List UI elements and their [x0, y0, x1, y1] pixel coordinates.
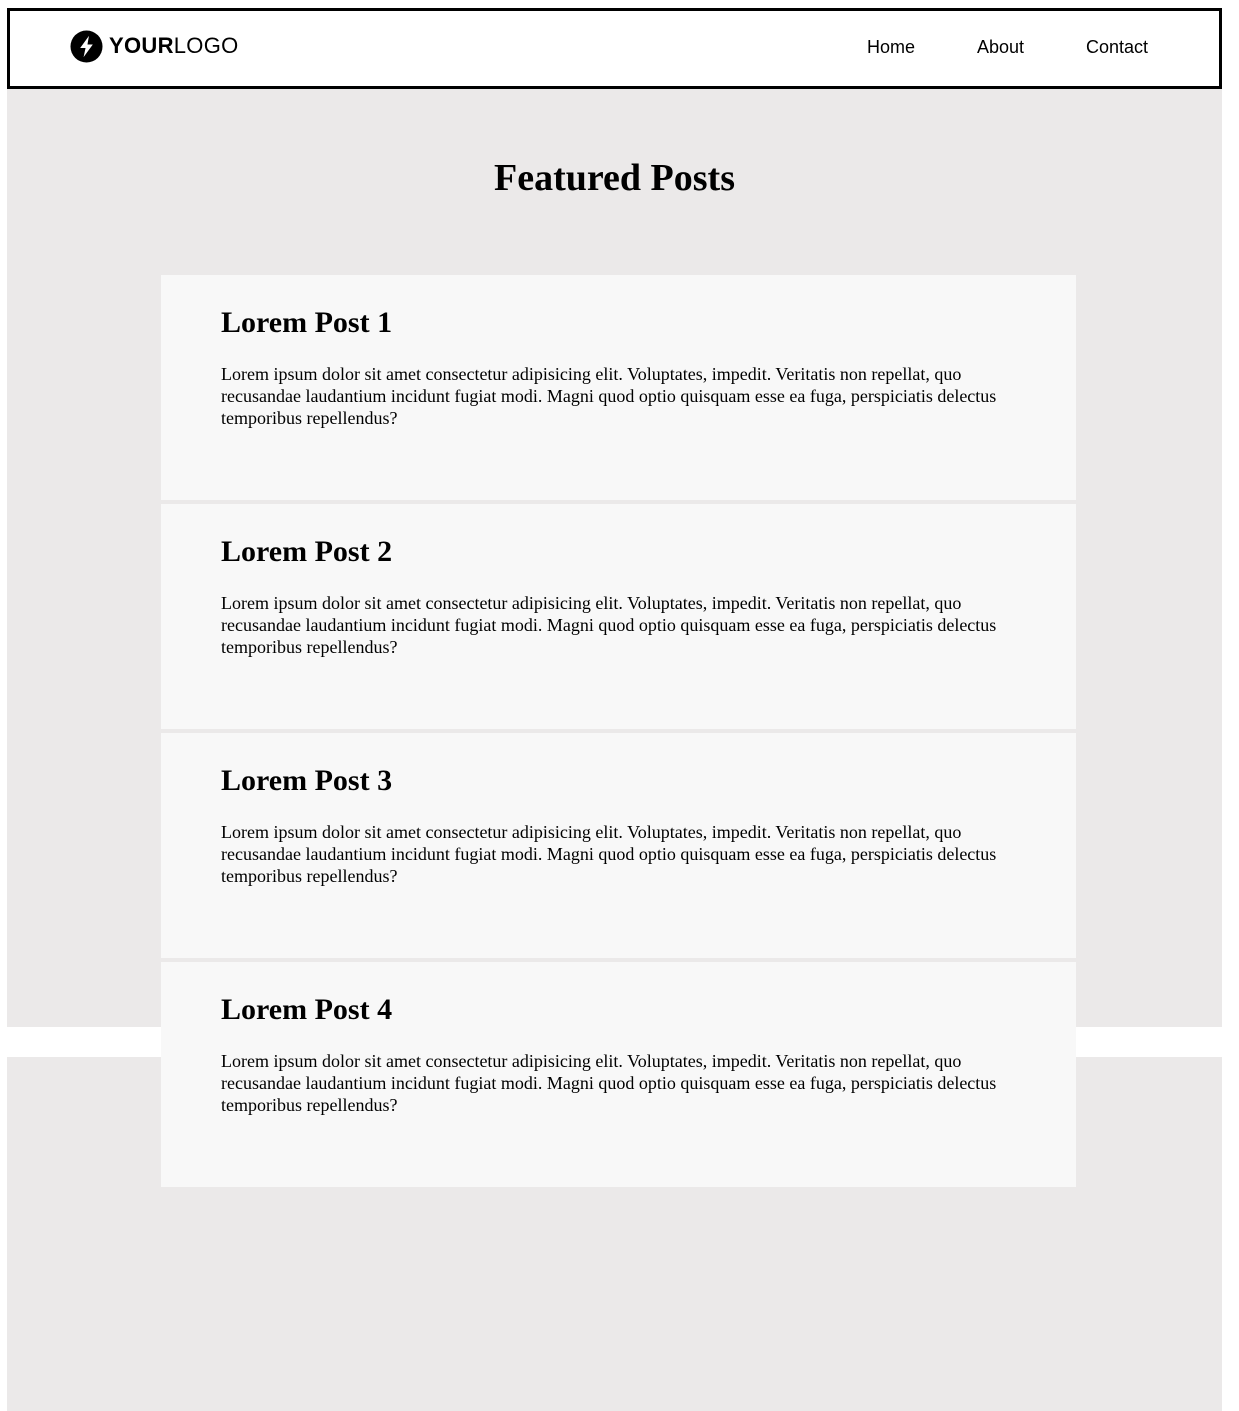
post-list: Lorem Post 1 Lorem ipsum dolor sit amet …	[161, 275, 1076, 1187]
page-title: Featured Posts	[494, 157, 735, 199]
post-title: Lorem Post 2	[221, 535, 393, 568]
post-body: Lorem ipsum dolor sit amet consectetur a…	[221, 1051, 997, 1115]
post-card: Lorem Post 1 Lorem ipsum dolor sit amet …	[161, 275, 1076, 500]
nav-link-about[interactable]: About	[977, 36, 1024, 58]
post-title: Lorem Post 3	[221, 764, 393, 797]
post-title: Lorem Post 4	[221, 993, 393, 1026]
lightning-bolt-icon	[70, 29, 103, 63]
nav-link-contact[interactable]: Contact	[1086, 36, 1148, 58]
post-body: Lorem ipsum dolor sit amet consectetur a…	[221, 593, 997, 657]
logo-text: YOURLOGO	[109, 35, 239, 57]
post-body: Lorem ipsum dolor sit amet consectetur a…	[221, 364, 997, 428]
nav-link-home[interactable]: Home	[867, 36, 915, 58]
post-body: Lorem ipsum dolor sit amet consectetur a…	[221, 822, 997, 886]
post-card: Lorem Post 4 Lorem ipsum dolor sit amet …	[161, 962, 1076, 1187]
logo[interactable]: YOURLOGO	[70, 29, 239, 63]
logo-text-light: LOGO	[173, 33, 239, 58]
post-card: Lorem Post 2 Lorem ipsum dolor sit amet …	[161, 504, 1076, 729]
post-title: Lorem Post 1	[221, 306, 393, 339]
post-card: Lorem Post 3 Lorem ipsum dolor sit amet …	[161, 733, 1076, 958]
site-header: YOURLOGO Home About Contact	[7, 8, 1222, 89]
logo-text-bold: YOUR	[109, 33, 174, 58]
